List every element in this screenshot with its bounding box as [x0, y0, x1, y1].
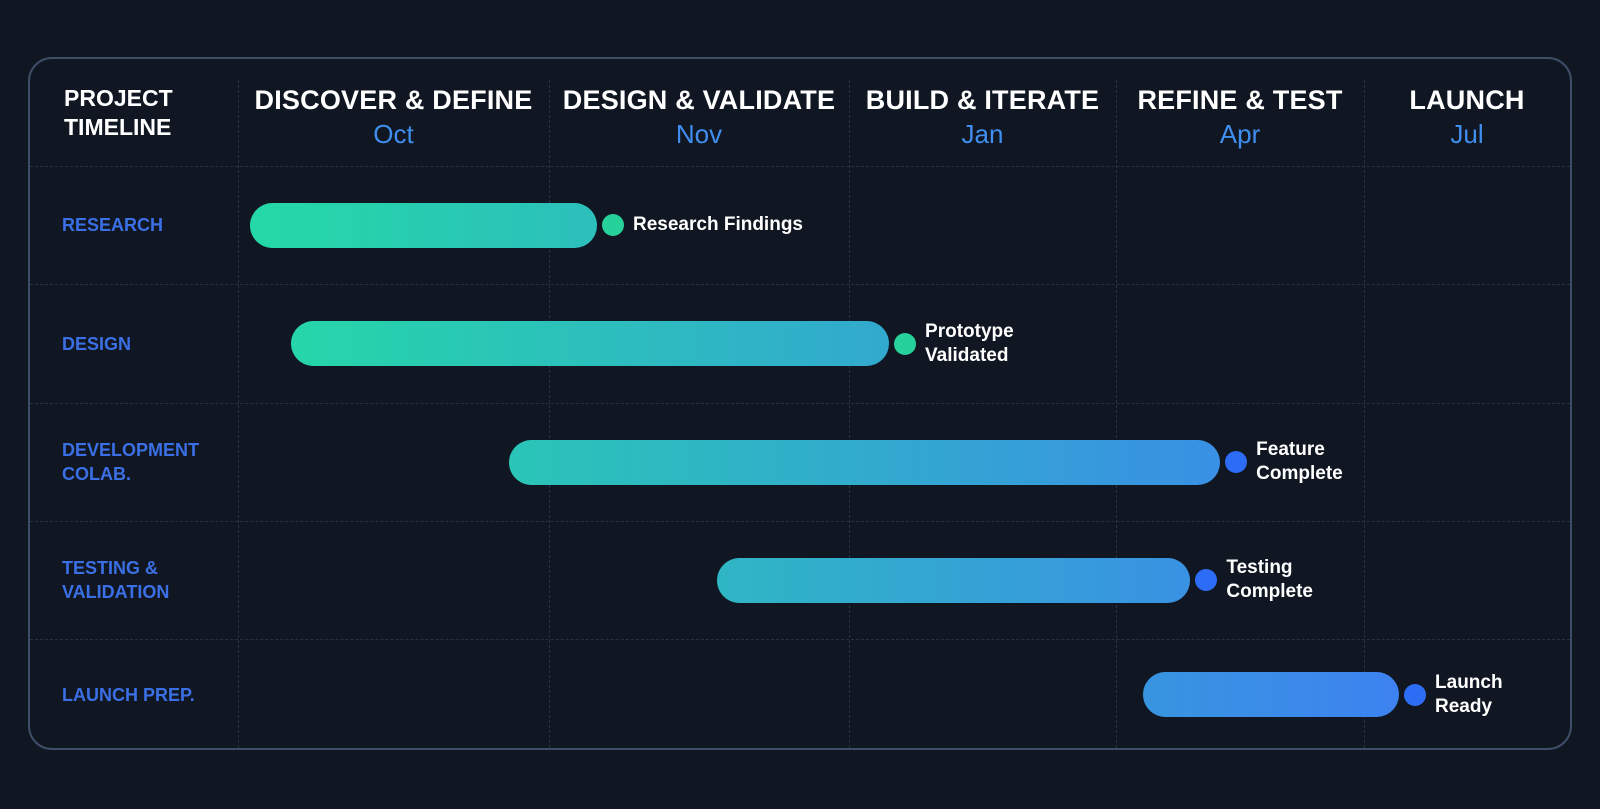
grid-vline [849, 80, 850, 748]
milestone-label: Launch Ready [1435, 671, 1503, 719]
row-label-line: TESTING & [62, 558, 159, 578]
milestone-label: Prototype Validated [925, 320, 1014, 368]
row-label: DEVELOPMENT COLAB. [62, 438, 199, 486]
row-label: TESTING & VALIDATION [62, 556, 169, 604]
row-label-line: LAUNCH PREP. [62, 684, 195, 705]
phase-month: Jan [961, 119, 1004, 149]
milestone-label: Feature Complete [1256, 438, 1343, 486]
grid-vline [1116, 80, 1117, 748]
phase-name: REFINE & TEST [1137, 85, 1343, 115]
row-label-line: DEVELOPMENT [62, 440, 200, 460]
phase-month: Apr [1219, 119, 1261, 149]
task-bar [717, 557, 1191, 603]
phase-month: Oct [373, 119, 414, 149]
milestone-label-line: Complete [1226, 581, 1313, 602]
grid-vline [238, 80, 239, 748]
milestone-dot [602, 214, 624, 236]
grid-vline [549, 80, 550, 748]
row-label-line: VALIDATION [62, 582, 170, 602]
milestone-dot [1404, 683, 1427, 706]
milestone-label-line: Launch [1435, 671, 1503, 693]
milestone-label-line: Research Findings [633, 214, 803, 235]
phase-name: DESIGN & VALIDATE [562, 85, 836, 115]
row-label-line: RESEARCH [62, 215, 164, 235]
task-bar [1143, 672, 1399, 717]
row-label: LAUNCH PREP. [62, 683, 195, 707]
phase-header-1: DESIGN & VALIDATE Nov [549, 84, 849, 150]
milestone-dot [894, 332, 917, 355]
phase-month: Nov [675, 119, 723, 149]
milestone-dot [1225, 451, 1248, 473]
phase-name: LAUNCH [1409, 85, 1525, 115]
milestone-label: Research Findings [633, 213, 803, 237]
row-label-line: DESIGN [62, 333, 132, 354]
grid-hline [30, 639, 1570, 640]
row-label: RESEARCH [62, 213, 163, 237]
phase-name: BUILD & ITERATE [865, 85, 1100, 115]
phase-month: Jul [1450, 119, 1484, 149]
task-bar [290, 321, 890, 366]
milestone-label-line: Prototype [925, 320, 1014, 342]
phase-name: DISCOVER & DEFINE [254, 85, 533, 115]
phase-header-2: BUILD & ITERATE Jan [849, 84, 1116, 150]
grid-hline [30, 521, 1570, 522]
phase-header-3: REFINE & TEST Apr [1116, 84, 1364, 150]
grid-hline [30, 403, 1570, 404]
phase-header-0: DISCOVER & DEFINE Oct [238, 84, 549, 150]
task-bar [250, 202, 597, 248]
task-bar [508, 439, 1221, 485]
milestone-label-line: Testing [1226, 557, 1293, 578]
grid-hline [30, 166, 1570, 167]
phase-header-4: LAUNCH Jul [1364, 84, 1570, 150]
milestone-label-line: Ready [1435, 695, 1493, 717]
row-label: DESIGN [62, 332, 131, 356]
milestone-label: Testing Complete [1226, 556, 1313, 604]
milestone-label-line: Feature [1256, 439, 1325, 460]
row-label-line: COLAB. [62, 464, 131, 484]
milestone-label-line: Complete [1256, 463, 1343, 484]
grid-vline [1364, 80, 1365, 748]
project-timeline-title: PROJECT TIMELINE [64, 85, 173, 140]
grid-hline [30, 284, 1570, 285]
milestone-label-line: Validated [925, 344, 1009, 366]
